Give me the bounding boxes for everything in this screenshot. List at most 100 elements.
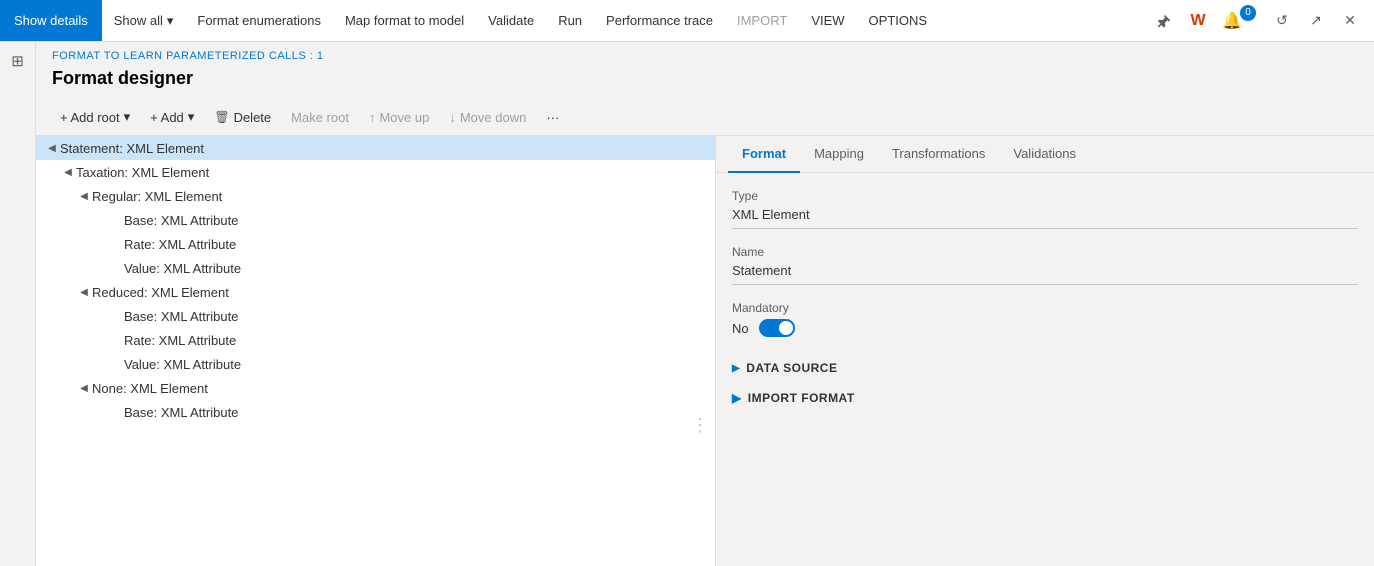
tab-transformations[interactable]: Transformations [878,136,999,173]
office-icon[interactable]: W [1184,7,1212,35]
tree-collapse-icon[interactable]: ◀ [76,284,92,300]
performance-trace-button[interactable]: Performance trace [594,0,725,41]
tab-mapping[interactable]: Mapping [800,136,878,173]
notification-badge: 0 [1240,5,1256,21]
import-button[interactable]: IMPORT [725,0,799,41]
main-container: ⊞ FORMAT TO LEARN PARAMETERIZED CALLS : … [0,42,1374,566]
notification-area: 🔔 0 [1218,7,1262,35]
tree-collapse-icon[interactable]: ◀ [60,164,76,180]
banner: FORMAT TO LEARN PARAMETERIZED CALLS : 1 [36,42,1374,66]
view-button[interactable]: VIEW [799,0,856,41]
delete-label: Delete [234,110,272,125]
drag-handle[interactable]: ⋮ [691,416,709,434]
type-property: Type XML Element [732,189,1358,229]
move-down-button[interactable]: ↓ Move down [441,106,534,129]
arrow-up-icon: ↑ [369,110,376,125]
tree-spacer [108,212,124,228]
tree-item-label: Rate: XML Attribute [124,333,715,348]
run-button[interactable]: Run [546,0,594,41]
tree-row[interactable]: Base: XML Attribute [36,208,715,232]
add-root-button[interactable]: + Add root ▾ [52,105,138,129]
tree-row[interactable]: Base: XML Attribute [36,304,715,328]
name-value[interactable]: Statement [732,263,1358,285]
tree-item-label: Base: XML Attribute [124,309,715,324]
mandatory-toggle-row: No [732,319,1358,337]
mandatory-no-text: No [732,321,749,336]
arrow-down-icon: ↓ [449,110,456,125]
tree-collapse-icon[interactable]: ◀ [44,140,60,156]
show-all-button[interactable]: Show all ▾ [102,0,186,41]
type-label: Type [732,189,1358,203]
tree-item-label: Value: XML Attribute [124,357,715,372]
banner-count: 1 [317,50,324,62]
tree-spacer [108,404,124,420]
tree-row[interactable]: ◀ None: XML Element [36,376,715,400]
name-property: Name Statement [732,245,1358,285]
properties-panel: Format Mapping Transformations Validatio… [716,136,1374,566]
top-navigation: Show details Show all ▾ Format enumerati… [0,0,1374,42]
type-value[interactable]: XML Element [732,207,1358,229]
tree-row[interactable]: Base: XML Attribute [36,400,715,424]
tree-row[interactable]: ◀ Reduced: XML Element [36,280,715,304]
tree-spacer [108,356,124,372]
banner-prefix: FORMAT TO LEARN PARAMETERIZED CALLS : [52,50,317,62]
split-view: ◀ Statement: XML Element ◀ Taxation: XML… [36,136,1374,566]
chevron-down-icon: ▾ [167,13,174,29]
move-down-label: Move down [460,110,526,125]
tree-spacer [108,236,124,252]
delete-button[interactable]: 🗑 Delete [206,106,279,129]
options-button[interactable]: OPTIONS [857,0,940,41]
trash-icon: 🗑 [214,110,229,124]
make-root-button[interactable]: Make root [283,106,357,129]
tree-spacer [108,308,124,324]
tree-row[interactable]: Rate: XML Attribute [36,328,715,352]
tab-validations[interactable]: Validations [999,136,1090,173]
tree-collapse-icon[interactable]: ◀ [76,188,92,204]
properties-content: Type XML Element Name Statement Mandator… [716,173,1374,566]
tree-item-label: Value: XML Attribute [124,261,715,276]
tree-item-label: None: XML Element [92,381,715,396]
import-format-section[interactable]: ▶ IMPORT FORMAT [732,383,1358,413]
add-label: + Add [150,110,184,125]
tree-row[interactable]: Rate: XML Attribute [36,232,715,256]
tree-row[interactable]: ◀ Regular: XML Element [36,184,715,208]
add-root-label: + Add root [60,110,120,125]
toolbar: + Add root ▾ + Add ▾ 🗑 Delete Make root … [36,99,1374,136]
format-enumerations-button[interactable]: Format enumerations [185,0,333,41]
add-button[interactable]: + Add ▾ [142,105,202,129]
tree-item-label: Regular: XML Element [92,189,715,204]
validate-button[interactable]: Validate [476,0,546,41]
tree-item-label: Reduced: XML Element [92,285,715,300]
tree-row[interactable]: ◀ Statement: XML Element [36,136,715,160]
tree-item-label: Taxation: XML Element [76,165,715,180]
show-details-button[interactable]: Show details [0,0,102,41]
close-icon[interactable]: ✕ [1336,7,1364,35]
tree-item-label: Base: XML Attribute [124,213,715,228]
make-root-label: Make root [291,110,349,125]
tree-spacer [108,332,124,348]
tree-row[interactable]: ◀ Taxation: XML Element [36,160,715,184]
tree-row[interactable]: Value: XML Attribute [36,256,715,280]
chevron-down-icon: ▾ [124,109,131,125]
more-button[interactable]: ··· [538,106,567,129]
tree-item-label: Statement: XML Element [60,141,715,156]
tree-item-label: Base: XML Attribute [124,405,715,420]
move-up-button[interactable]: ↑ Move up [361,106,437,129]
pin-icon[interactable] [1150,7,1178,35]
chevron-right-icon: ▶ [732,363,740,374]
tree-item-label: Rate: XML Attribute [124,237,715,252]
import-icon: ▶ [732,391,742,405]
tree-row[interactable]: Value: XML Attribute [36,352,715,376]
refresh-icon[interactable]: ↺ [1268,7,1296,35]
tab-format[interactable]: Format [728,136,800,173]
open-external-icon[interactable]: ↗ [1302,7,1330,35]
mandatory-toggle[interactable] [759,319,795,337]
name-label: Name [732,245,1358,259]
import-format-label: IMPORT FORMAT [748,391,855,405]
data-source-section[interactable]: ▶ DATA SOURCE [732,353,1358,383]
filter-icon[interactable]: ⊞ [11,52,24,70]
map-format-to-model-button[interactable]: Map format to model [333,0,476,41]
toggle-thumb [779,321,793,335]
tree-collapse-icon[interactable]: ◀ [76,380,92,396]
move-up-label: Move up [379,110,429,125]
